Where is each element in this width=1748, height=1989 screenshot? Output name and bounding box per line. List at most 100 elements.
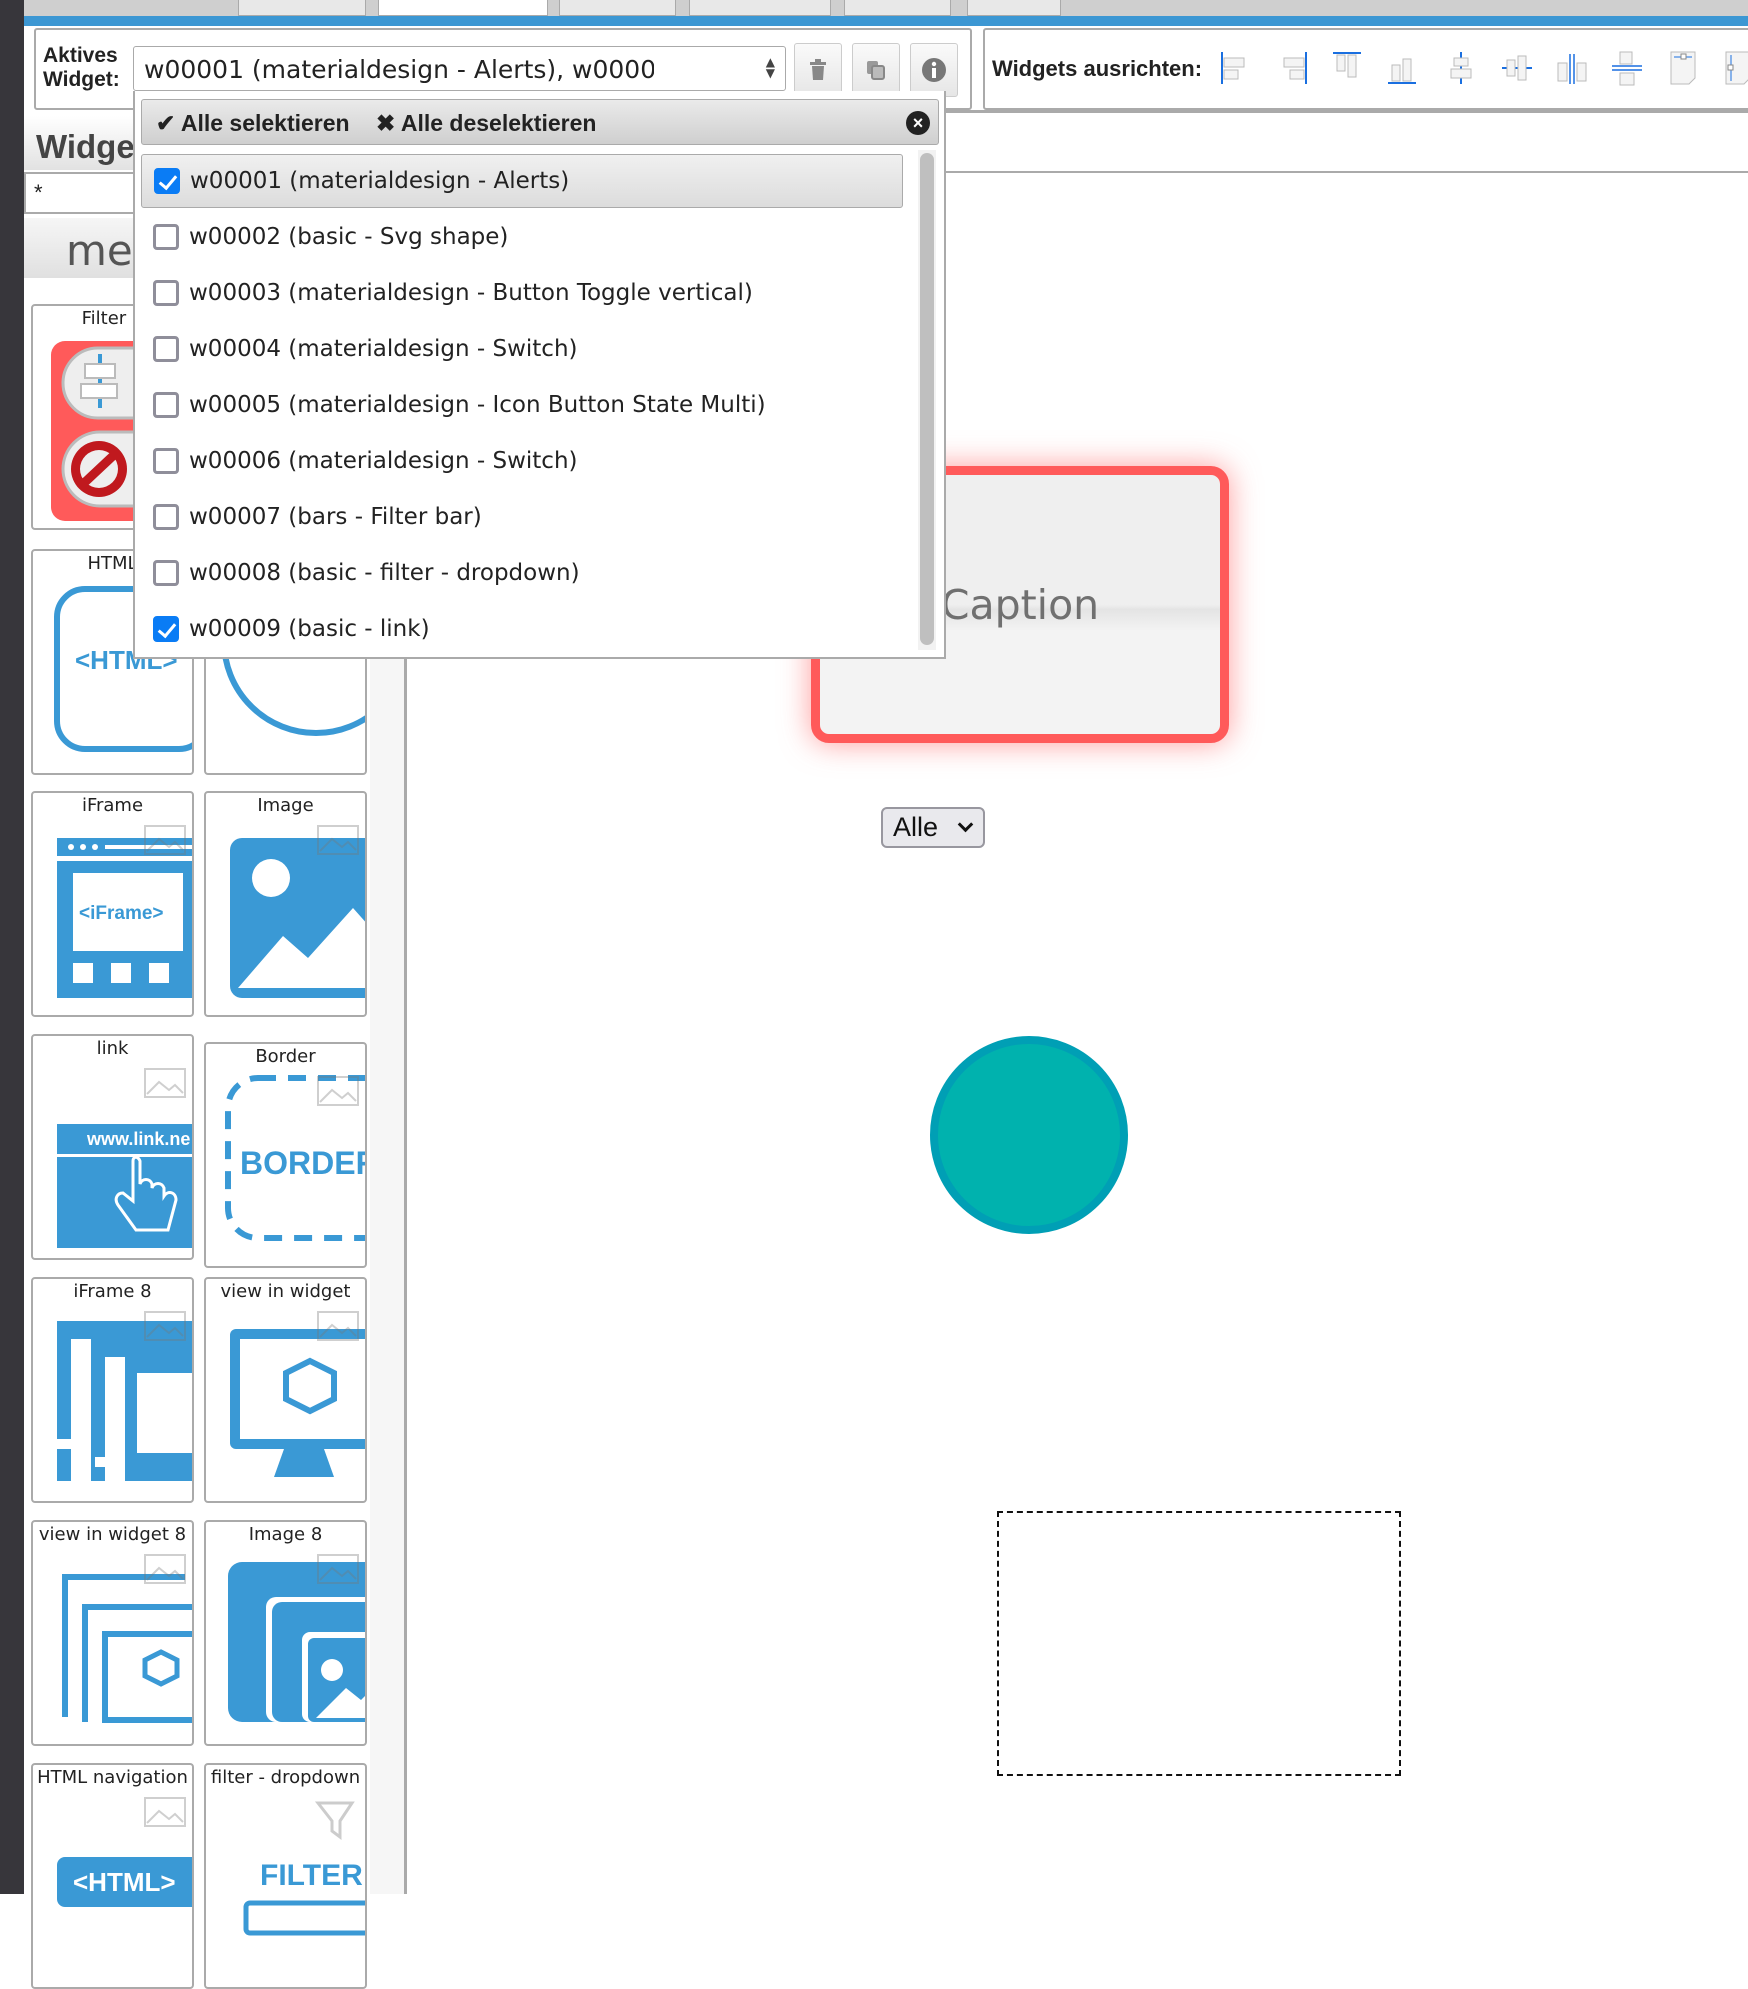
view-tab[interactable] bbox=[689, 0, 831, 16]
widget-tile-html-navigation[interactable]: HTML navigation <HTML> bbox=[31, 1763, 194, 1989]
align-center-vertical-icon[interactable] bbox=[1444, 50, 1478, 86]
chevron-down-icon bbox=[957, 816, 974, 833]
view-tab[interactable] bbox=[967, 0, 1061, 16]
info-button[interactable] bbox=[910, 43, 958, 97]
image-icon bbox=[230, 825, 365, 998]
dropdown-item-label: w00008 (basic - filter - dropdown) bbox=[189, 560, 580, 586]
link-icon: www.link.ne bbox=[57, 1068, 192, 1248]
widget-tile-label: Border bbox=[255, 1046, 316, 1067]
dropdown-item-label: w00001 (materialdesign - Alerts) bbox=[190, 168, 570, 194]
info-icon bbox=[922, 58, 946, 82]
copy-button[interactable] bbox=[852, 43, 900, 97]
trash-icon bbox=[810, 59, 826, 80]
widget-tile-label: iFrame 8 bbox=[73, 1281, 152, 1302]
widget-tile-label: filter - dropdown bbox=[210, 1767, 361, 1788]
dropdown-item[interactable]: w00009 (basic - link) bbox=[141, 602, 903, 656]
checkbox[interactable] bbox=[153, 280, 179, 306]
view-in-widget-icon bbox=[230, 1311, 365, 1477]
deselect-all-label: Alle deselektieren bbox=[400, 110, 597, 136]
border-icon: BORDER bbox=[225, 1075, 365, 1241]
dropdown-item[interactable]: w00003 (materialdesign - Button Toggle v… bbox=[141, 266, 903, 320]
align-center-horizontal-icon[interactable] bbox=[1500, 50, 1534, 86]
checkbox[interactable] bbox=[153, 616, 179, 642]
x-icon: ✖ bbox=[376, 110, 396, 136]
iframe8-icon bbox=[57, 1311, 192, 1481]
tile-text-link: www.link.ne bbox=[86, 1129, 190, 1149]
check-icon: ✔ bbox=[156, 110, 176, 136]
checkbox[interactable] bbox=[153, 504, 179, 530]
checkbox[interactable] bbox=[153, 336, 179, 362]
view-tab[interactable] bbox=[238, 0, 366, 16]
same-height-icon[interactable] bbox=[1722, 50, 1748, 86]
dropdown-item[interactable]: w00007 (bars - Filter bar) bbox=[141, 490, 903, 544]
html-navigation-icon: <HTML> bbox=[57, 1797, 192, 1907]
widget-tile-image8[interactable]: Image 8 bbox=[204, 1520, 367, 1746]
view-tab[interactable] bbox=[844, 0, 951, 16]
widget-tile-link[interactable]: link www.link.ne bbox=[31, 1034, 194, 1260]
tile-text-filter: FILTER bbox=[260, 1859, 363, 1892]
checkbox[interactable] bbox=[154, 168, 180, 194]
side-strip bbox=[0, 26, 24, 1894]
widget-tile-label: HTML navigation bbox=[37, 1767, 188, 1788]
align-left-icon[interactable] bbox=[1219, 50, 1253, 86]
dropdown-header: ✔ Alle selektieren ✖ Alle deselektieren … bbox=[141, 99, 939, 145]
iframe-icon: <iFrame> bbox=[57, 825, 192, 998]
checkbox[interactable] bbox=[153, 448, 179, 474]
dropdown-item-label: w00003 (materialdesign - Button Toggle v… bbox=[189, 280, 753, 306]
widget-tile-iframe[interactable]: iFrame <iFrame> bbox=[31, 791, 194, 1017]
dropdown-item-label: w00009 (basic - link) bbox=[189, 616, 430, 642]
dropdown-item-label: w00002 (basic - Svg shape) bbox=[189, 224, 509, 250]
widget-tile-label: Image 8 bbox=[248, 1524, 323, 1545]
accent-bar bbox=[0, 16, 1748, 26]
widget-tile-iframe8[interactable]: iFrame 8 bbox=[31, 1277, 194, 1503]
deselect-all-button[interactable]: ✖ Alle deselektieren bbox=[376, 110, 596, 137]
widget-tile-label: link bbox=[96, 1038, 129, 1059]
distribute-horizontal-icon[interactable] bbox=[1555, 50, 1589, 86]
dropdown-item[interactable]: w00002 (basic - Svg shape) bbox=[141, 210, 903, 264]
dropdown-item[interactable]: w00008 (basic - filter - dropdown) bbox=[141, 546, 903, 600]
dropdown-item[interactable]: w00006 (materialdesign - Switch) bbox=[141, 434, 903, 488]
align-right-icon[interactable] bbox=[1275, 50, 1309, 86]
checkbox[interactable] bbox=[153, 224, 179, 250]
widget-tile-label: view in widget 8 bbox=[38, 1524, 187, 1545]
copy-icon bbox=[867, 61, 885, 80]
dropdown-item-label: w00004 (materialdesign - Switch) bbox=[189, 336, 578, 362]
widget-tile-label: Image bbox=[257, 795, 314, 816]
distribute-vertical-icon[interactable] bbox=[1610, 50, 1644, 86]
view-tab-active[interactable] bbox=[378, 0, 548, 16]
active-widget-value: w00001 (materialdesign - Alerts), w00009 bbox=[144, 55, 654, 84]
svg-shape-circle-widget[interactable] bbox=[930, 1036, 1128, 1234]
link-widget-selected[interactable] bbox=[997, 1511, 1401, 1776]
close-icon[interactable]: × bbox=[906, 111, 930, 135]
checkbox[interactable] bbox=[153, 392, 179, 418]
tile-text-html: <HTML> bbox=[73, 1867, 176, 1897]
checkbox[interactable] bbox=[153, 560, 179, 586]
delete-button[interactable] bbox=[794, 43, 842, 97]
widget-tile-view-in-widget-8[interactable]: view in widget 8 bbox=[31, 1520, 194, 1746]
widget-tile-filter-dropdown[interactable]: filter - dropdown FILTER bbox=[204, 1763, 367, 1989]
dropdown-item[interactable]: w00005 (materialdesign - Icon Button Sta… bbox=[141, 378, 903, 432]
dropdown-item[interactable]: w00004 (materialdesign - Switch) bbox=[141, 322, 903, 376]
select-arrows-icon: ▲ ▼ bbox=[765, 55, 775, 80]
dropdown-item-label: w00006 (materialdesign - Switch) bbox=[189, 448, 578, 474]
image8-icon bbox=[228, 1554, 365, 1722]
dropdown-item[interactable]: w00001 (materialdesign - Alerts) bbox=[141, 154, 903, 208]
widget-tile-view-in-widget[interactable]: view in widget bbox=[204, 1277, 367, 1503]
align-bottom-icon[interactable] bbox=[1386, 50, 1420, 86]
same-width-icon[interactable] bbox=[1667, 50, 1701, 86]
filter-dropdown-icon: FILTER bbox=[243, 1801, 365, 1936]
active-widget-select[interactable]: w00001 (materialdesign - Alerts), w00009… bbox=[133, 46, 786, 91]
view-tab[interactable] bbox=[559, 0, 676, 16]
align-label: Widgets ausrichten: bbox=[992, 56, 1203, 81]
widget-tile-image[interactable]: Image bbox=[204, 791, 367, 1017]
select-all-button[interactable]: ✔ Alle selektieren bbox=[156, 110, 350, 137]
widget-tile-label: view in widget bbox=[220, 1281, 351, 1302]
align-top-icon[interactable] bbox=[1331, 50, 1365, 86]
active-widget-label: Aktives Widget: bbox=[43, 44, 120, 91]
filter-dropdown-widget[interactable]: Alle bbox=[881, 807, 985, 848]
tile-text-iframe: <iFrame> bbox=[79, 903, 164, 924]
view-in-widget-8-icon bbox=[62, 1554, 192, 1723]
widget-tile-border[interactable]: Border BORDER bbox=[204, 1042, 367, 1268]
dropdown-scrollbar-thumb[interactable] bbox=[920, 153, 934, 645]
side-strip bbox=[0, 0, 24, 26]
